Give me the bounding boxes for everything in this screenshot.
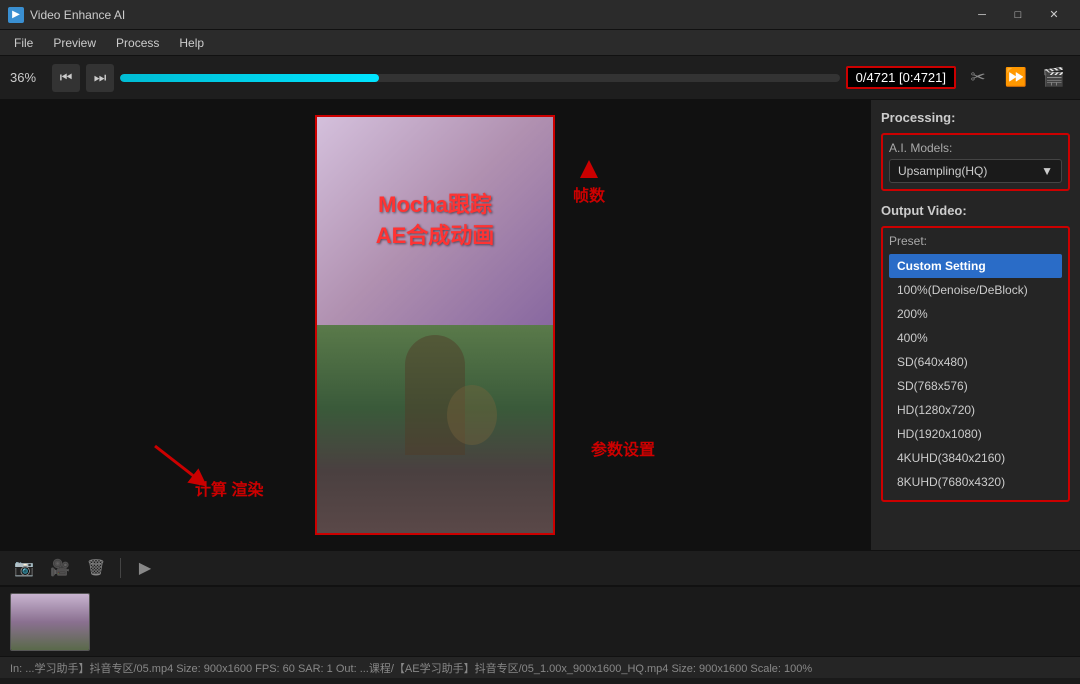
menu-preview[interactable]: Preview [43, 30, 106, 56]
video-top-half: Mocha跟踪 AE合成动画 [317, 117, 553, 325]
frame-counter: 0/4721 [0:4721] [846, 66, 956, 89]
filmstrip-thumb[interactable] [10, 593, 90, 651]
frames-annotation: 帧数 [573, 160, 605, 206]
preset-list: Custom Setting100%(Denoise/DeBlock)200%4… [889, 254, 1062, 494]
preset-item[interactable]: 4KUHD(3840x2160) [889, 446, 1062, 470]
preset-item[interactable]: SD(640x480) [889, 350, 1062, 374]
params-label: 参数设置 [591, 442, 655, 459]
calc-label: 计算 渲染 [195, 476, 263, 500]
toolbar: 36% ⏮ ⏭ 0/4721 [0:4721] ✂ ⏩ 🎬 [0, 56, 1080, 100]
calc-annotation: 计算 渲染 [195, 476, 263, 500]
overlay-text: Mocha跟踪 AE合成动画 [376, 190, 495, 252]
output-video-box: Preset: Custom Setting100%(Denoise/DeBlo… [881, 226, 1070, 502]
processing-title: Processing: [881, 110, 1070, 125]
forward-icon: ⏩ [1000, 64, 1032, 92]
statusbar: In: ...学习助手】抖音专区/05.mp4 Size: 900x1600 F… [0, 656, 1080, 678]
ai-model-value: Upsampling(HQ) [898, 164, 987, 178]
main-area: 帧数 Mocha跟踪 AE合成动画 参数设置 [0, 100, 1080, 550]
bottom-toolbar: 📷 🎥 🗑 ▶ [0, 550, 1080, 586]
maximize-button[interactable]: □ [1000, 0, 1036, 30]
calc-arrow-icon [145, 436, 205, 486]
app-title: Video Enhance AI [30, 8, 958, 22]
params-annotation: 参数设置 [591, 436, 655, 460]
right-panel: Processing: A.I. Models: Upsampling(HQ) … [870, 100, 1080, 550]
ai-model-select[interactable]: Upsampling(HQ) ▼ [889, 159, 1062, 183]
menu-process[interactable]: Process [106, 30, 169, 56]
chevron-down-icon: ▼ [1041, 164, 1053, 178]
toolbar-separator [120, 558, 121, 578]
zoom-level: 36% [10, 70, 46, 85]
menubar: File Preview Process Help [0, 30, 1080, 56]
menu-file[interactable]: File [4, 30, 43, 56]
preset-item[interactable]: HD(1280x720) [889, 398, 1062, 422]
arrow-up-icon [580, 160, 598, 178]
preview-area: 帧数 Mocha跟踪 AE合成动画 参数设置 [0, 100, 870, 550]
ai-models-label: A.I. Models: [889, 141, 1062, 155]
frames-label: 帧数 [573, 182, 605, 206]
minimize-button[interactable]: ─ [964, 0, 1000, 30]
output-video-title: Output Video: [881, 203, 1070, 218]
step-back-button[interactable]: ⏭ [86, 64, 114, 92]
play-button[interactable]: ▶ [131, 554, 159, 582]
ai-models-box: A.I. Models: Upsampling(HQ) ▼ [881, 133, 1070, 191]
export-icon[interactable]: 🎬 [1038, 64, 1070, 92]
timeline-progress [120, 74, 379, 82]
preset-item[interactable]: 8KUHD(7680x4320) [889, 470, 1062, 494]
status-text: In: ...学习助手】抖音专区/05.mp4 Size: 900x1600 F… [10, 660, 812, 676]
preset-item[interactable]: HD(1920x1080) [889, 422, 1062, 446]
close-button[interactable]: ✕ [1036, 0, 1072, 30]
titlebar: ▶ Video Enhance AI ─ □ ✕ [0, 0, 1080, 30]
menu-help[interactable]: Help [169, 30, 214, 56]
thumb-preview [11, 594, 89, 650]
preset-item[interactable]: 200% [889, 302, 1062, 326]
window-controls: ─ □ ✕ [964, 0, 1072, 30]
add-video-button[interactable]: 🎥 [46, 554, 74, 582]
video-bottom-half [317, 325, 553, 533]
preset-item[interactable]: SD(768x576) [889, 374, 1062, 398]
skip-back-button[interactable]: ⏮ [52, 64, 80, 92]
delete-button[interactable]: 🗑 [82, 554, 110, 582]
filmstrip [0, 586, 1080, 656]
preset-item[interactable]: 400% [889, 326, 1062, 350]
preset-item[interactable]: Custom Setting [889, 254, 1062, 278]
video-preview[interactable]: Mocha跟踪 AE合成动画 [315, 115, 555, 535]
timeline-scrubber[interactable] [120, 74, 840, 82]
add-image-button[interactable]: 📷 [10, 554, 38, 582]
app-icon: ▶ [8, 7, 24, 23]
preset-label: Preset: [889, 234, 1062, 248]
preset-item[interactable]: 100%(Denoise/DeBlock) [889, 278, 1062, 302]
cut-icon[interactable]: ✂ [962, 64, 994, 92]
